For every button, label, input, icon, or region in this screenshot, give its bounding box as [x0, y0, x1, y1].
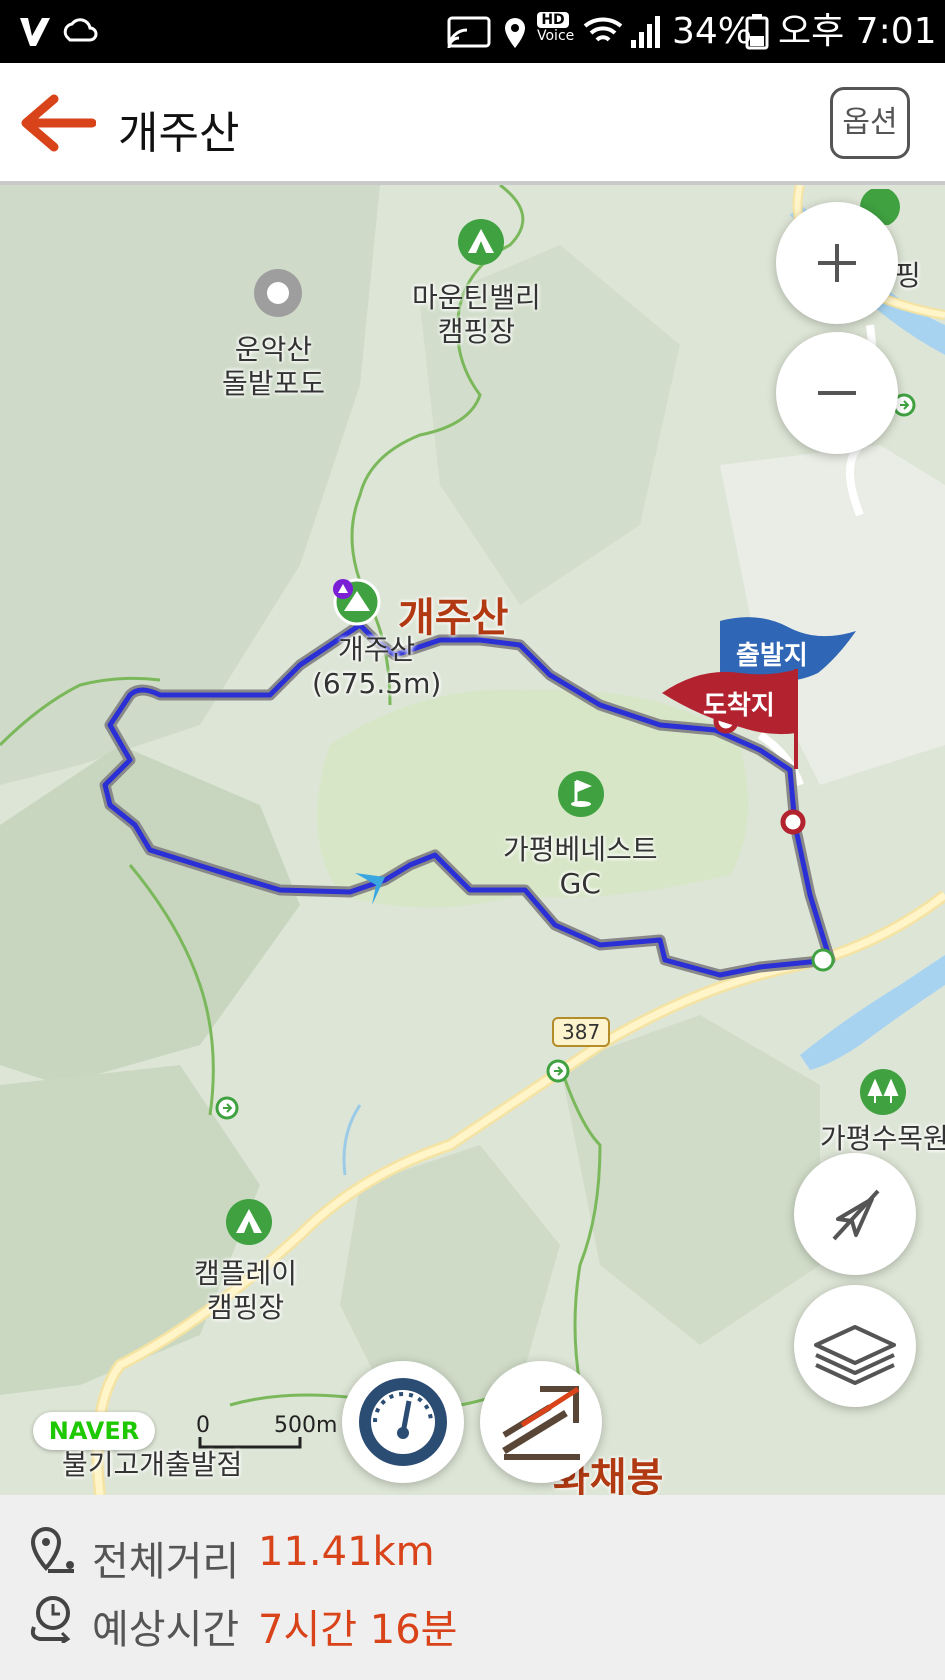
arrow-left-icon[interactable]	[20, 93, 96, 153]
option-button[interactable]: 옵션	[830, 87, 910, 159]
golf-icon[interactable]	[556, 769, 606, 819]
poi-camping-right[interactable]: 핑	[895, 259, 921, 293]
naver-logo: NAVER	[33, 1412, 155, 1450]
status-bar: HD Voice 34% 오후 7:01	[0, 0, 945, 63]
road-number-badge: 387	[552, 1017, 611, 1047]
notification-icons	[20, 18, 98, 46]
winery-icon[interactable]	[252, 267, 304, 319]
poi-camp-play[interactable]: 캠플레이 캠핑장	[194, 1257, 297, 1325]
arboretum-icon[interactable]	[858, 1067, 908, 1117]
trail-exit-icon	[215, 1096, 239, 1120]
route-summary: 전체거리 11.41km 예상시간 7시간 16분	[0, 1495, 945, 1680]
trail-head-icon	[333, 579, 353, 599]
map-view[interactable]: 마운틴밸리 캠핑장 운악산 돌밭포도 개주산 개주산 (675.5m) 가평베네…	[0, 185, 945, 1495]
zoom-out-button[interactable]	[776, 332, 898, 454]
camping-icon[interactable]	[224, 1197, 274, 1247]
battery-percentage: 34%	[672, 11, 753, 52]
speedometer-icon	[359, 1378, 447, 1466]
distance-value: 11.41km	[258, 1529, 435, 1575]
page-title: 개주산	[118, 108, 240, 159]
minus-icon	[818, 391, 856, 395]
zoom-in-button[interactable]	[776, 202, 898, 324]
compass-off-icon	[832, 1189, 880, 1241]
speedometer-button[interactable]	[342, 1361, 464, 1483]
elevation-button[interactable]	[480, 1361, 602, 1483]
clock-time: 오후 7:01	[778, 11, 937, 52]
app-header: 개주산 옵션	[0, 63, 945, 185]
trail-exit-icon	[811, 948, 835, 972]
peak-elevation-label: 개주산 (675.5m)	[312, 633, 442, 700]
layers-icon	[814, 1325, 896, 1385]
battery-icon	[745, 14, 769, 50]
end-flag-label: 도착지	[703, 691, 775, 721]
trail-exit-icon	[546, 1059, 570, 1083]
poi-camp-mountain-valley[interactable]: 마운틴밸리 캠핑장	[412, 281, 541, 349]
elevation-icon	[502, 1386, 580, 1460]
camping-icon[interactable]	[456, 217, 506, 267]
plus-icon	[818, 244, 856, 282]
distance-label: 전체거리	[92, 1539, 240, 1585]
hd-voice-badge: HD Voice	[537, 12, 575, 44]
poi-arboretum[interactable]: 가평수목원	[820, 1122, 945, 1156]
layers-button[interactable]	[794, 1285, 916, 1407]
poi-golf[interactable]: 가평베네스트 GC	[503, 833, 658, 901]
location-distance-icon	[30, 1526, 74, 1573]
compass-button[interactable]	[794, 1153, 916, 1275]
voice-label: Voice	[537, 28, 575, 44]
poi-exit-point[interactable]: 불기고개출발점	[62, 1448, 242, 1482]
poi-winery[interactable]: 운악산 돌밭포도	[222, 333, 325, 401]
time-value: 7시간 16분	[258, 1607, 458, 1653]
time-label: 예상시간	[92, 1607, 240, 1653]
clock-icon	[30, 1596, 71, 1643]
hd-label: HD	[537, 12, 569, 28]
